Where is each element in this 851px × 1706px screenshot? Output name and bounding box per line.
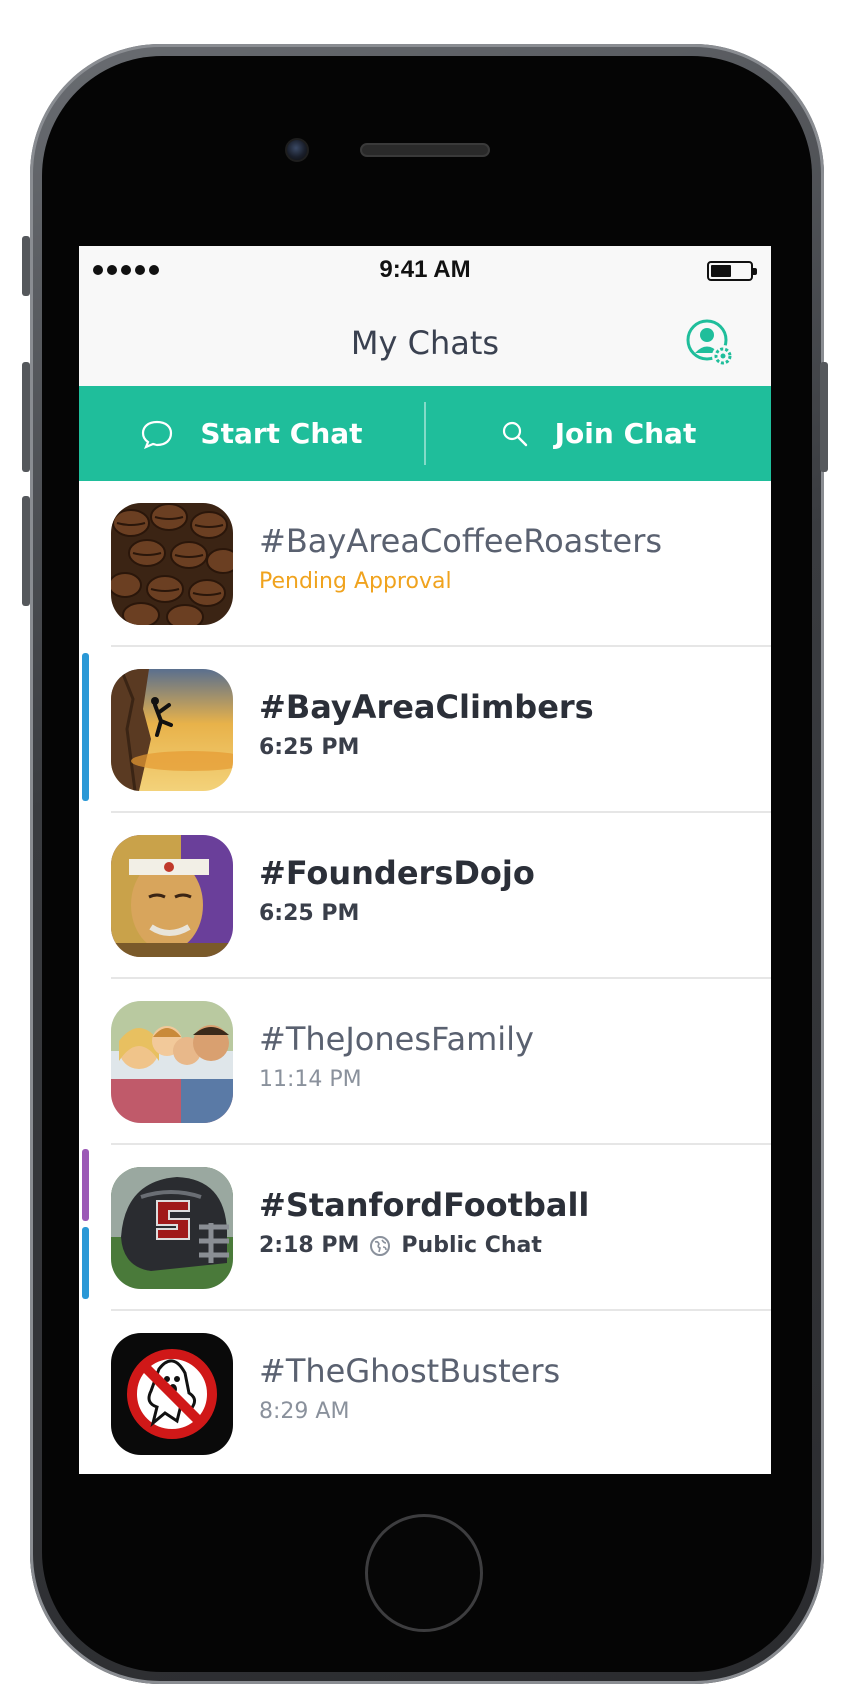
join-chat-label: Join Chat bbox=[554, 417, 697, 450]
home-button[interactable] bbox=[365, 1514, 483, 1632]
start-chat-label: Start Chat bbox=[200, 417, 363, 450]
chat-action-bar: Start Chat Join Chat bbox=[79, 386, 771, 481]
chat-row-stanfordfootball[interactable]: #StanfordFootball 2:18 PM Public Chat bbox=[79, 1145, 771, 1311]
search-icon bbox=[502, 421, 527, 446]
profile-settings-icon bbox=[686, 319, 734, 367]
chat-name: #TheJonesFamily bbox=[259, 1020, 534, 1058]
app-screen: 9:41 AM My Chats Start Chat Join Chat #B… bbox=[79, 246, 771, 1474]
mute-switch bbox=[22, 236, 30, 296]
chat-time: 6:25 PM bbox=[259, 901, 360, 926]
unread-indicator-purple bbox=[82, 1149, 89, 1221]
unread-indicator bbox=[82, 653, 89, 801]
chat-name: #StanfordFootball bbox=[259, 1186, 590, 1224]
chat-row-bayareaclimbers[interactable]: #BayAreaClimbers 6:25 PM bbox=[79, 647, 771, 813]
speech-bubble-icon bbox=[142, 420, 173, 449]
navigation-bar: My Chats bbox=[79, 294, 771, 386]
status-time: 9:41 AM bbox=[379, 256, 471, 283]
chat-name: #BayAreaCoffeeRoasters bbox=[259, 522, 663, 560]
coffee-beans-avatar bbox=[111, 503, 233, 625]
volume-down-button bbox=[22, 496, 30, 606]
start-chat-button[interactable]: Start Chat bbox=[79, 386, 424, 481]
chat-list: #BayAreaCoffeeRoasters Pending Approval bbox=[79, 481, 771, 1474]
chat-row-foundersdojo[interactable]: #FoundersDojo 6:25 PM bbox=[79, 813, 771, 979]
chat-name: #FoundersDojo bbox=[259, 854, 535, 892]
profile-settings-button[interactable] bbox=[685, 318, 737, 370]
volume-up-button bbox=[22, 362, 30, 472]
earpiece-speaker bbox=[360, 143, 490, 157]
chat-time: 6:25 PM bbox=[259, 735, 360, 760]
chat-name: #TheGhostBusters bbox=[259, 1352, 561, 1390]
power-button bbox=[820, 362, 828, 472]
chat-time: 2:18 PM bbox=[259, 1233, 360, 1258]
unread-indicator-blue bbox=[82, 1227, 89, 1299]
football-helmet-avatar bbox=[111, 1167, 233, 1289]
chat-time: 8:29 AM bbox=[259, 1399, 350, 1424]
ghostbusters-logo-avatar bbox=[111, 1333, 233, 1455]
karate-master-avatar bbox=[111, 835, 233, 957]
public-chat-label: Public Chat bbox=[401, 1233, 542, 1258]
globe-icon bbox=[369, 1235, 391, 1257]
chat-status-pending: Pending Approval bbox=[259, 569, 452, 594]
chat-name: #BayAreaClimbers bbox=[259, 688, 594, 726]
battery-icon bbox=[707, 261, 757, 281]
chat-time: 11:14 PM bbox=[259, 1067, 362, 1092]
status-bar: 9:41 AM bbox=[79, 246, 771, 294]
chat-row-theghostbusters[interactable]: #TheGhostBusters 8:29 AM bbox=[79, 1311, 771, 1474]
chat-row-bayareacoffeeroasters[interactable]: #BayAreaCoffeeRoasters Pending Approval bbox=[79, 481, 771, 647]
page-title: My Chats bbox=[350, 324, 500, 362]
climber-sunset-avatar bbox=[111, 669, 233, 791]
join-chat-button[interactable]: Join Chat bbox=[426, 386, 771, 481]
family-photo-avatar bbox=[111, 1001, 233, 1123]
chat-row-thejonesfamily[interactable]: #TheJonesFamily 11:14 PM bbox=[79, 979, 771, 1145]
front-camera bbox=[285, 138, 309, 162]
